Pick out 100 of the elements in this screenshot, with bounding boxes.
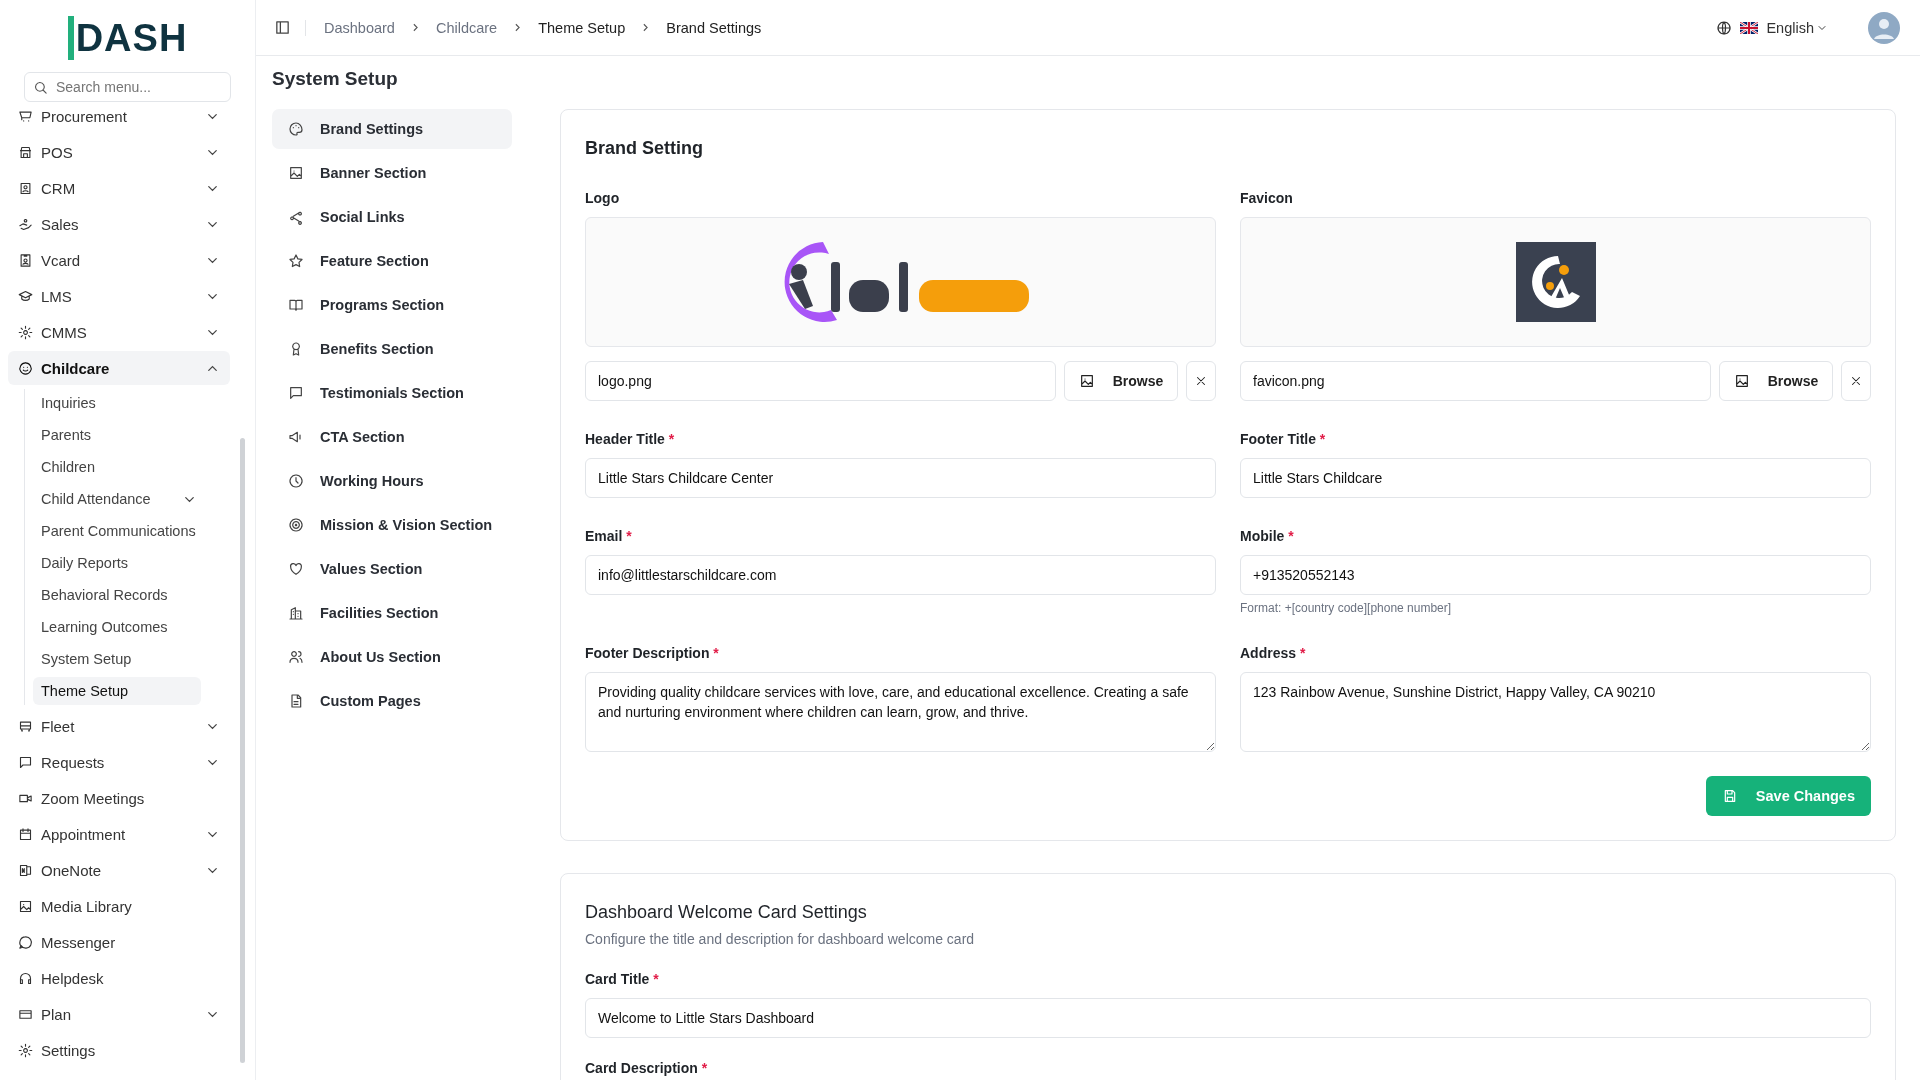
sidebar-item[interactable]: Sales (8, 207, 230, 241)
close-icon (1194, 374, 1208, 388)
sidebar-item[interactable]: Appointment (8, 817, 230, 851)
breadcrumb-link[interactable]: Brand Settings (666, 19, 762, 36)
submenu-item[interactable]: Parents (33, 421, 201, 449)
sidebar-item[interactable]: POS (8, 135, 230, 169)
users-icon (288, 649, 304, 665)
submenu-item[interactable]: Theme Setup (33, 677, 201, 705)
calendar-icon (18, 826, 33, 842)
dash-logo: DASH (67, 16, 188, 60)
card-subtitle: Configure the title and description for dashboard welcome card (585, 931, 976, 947)
settings-nav-item[interactable]: Facilities Section (272, 593, 512, 633)
id-badge-icon (18, 252, 33, 268)
sidebar-item[interactable]: CRM (8, 171, 230, 205)
sidebar-item[interactable]: Fleet (8, 709, 230, 743)
clear-button[interactable] (1841, 361, 1871, 401)
submenu-item[interactable]: System Setup (33, 645, 201, 673)
settings-nav-item[interactable]: Benefits Section (272, 329, 512, 369)
sidebar-item[interactable]: Settings (8, 1033, 230, 1067)
card-title: Dashboard Welcome Card Settings (585, 902, 868, 923)
breadcrumb-link[interactable]: Theme Setup (538, 19, 626, 36)
settings-nav-item[interactable]: CTA Section (272, 417, 512, 457)
settings-nav-item[interactable]: Brand Settings (272, 109, 512, 149)
chat-bubble-icon (18, 934, 33, 950)
palette-icon (288, 121, 304, 137)
book-icon (288, 297, 304, 313)
text-field[interactable]: +913520552143 (1240, 555, 1871, 595)
contact-card-icon (18, 180, 33, 196)
sidebar-item[interactable]: Helpdesk (8, 961, 230, 995)
text-field[interactable]: Welcome to Little Stars Dashboard (585, 998, 1871, 1038)
globe-icon (1716, 19, 1733, 36)
field-label: Logo (585, 190, 621, 206)
close-icon (1849, 374, 1863, 388)
text-field[interactable]: Little Stars Childcare (1240, 458, 1871, 498)
sidebar-item[interactable]: Plan (8, 997, 230, 1031)
sidebar-item[interactable]: Procurement (8, 108, 230, 133)
browse-button[interactable]: Browse (1719, 361, 1833, 401)
megaphone-icon (288, 429, 304, 445)
breadcrumb-link[interactable]: Childcare (435, 19, 498, 36)
field-label: Card Title * (585, 971, 660, 987)
settings-nav-item[interactable]: Testimonials Section (272, 373, 512, 413)
breadcrumb-link[interactable]: Dashboard (324, 19, 395, 36)
settings-nav-item[interactable]: Values Section (272, 549, 512, 589)
hand-icon (18, 216, 33, 232)
submenu-item[interactable]: Child Attendance (33, 485, 201, 513)
star-icon (288, 253, 304, 269)
sidebar-item[interactable]: Media Library (8, 889, 230, 923)
sidebar-item[interactable]: Zoom Meetings (8, 781, 230, 815)
language-selector[interactable]: English (1716, 19, 1828, 36)
field-label: Footer Description * (585, 645, 720, 661)
text-field[interactable]: info@littlestarschildcare.com (585, 555, 1216, 595)
sidebar-item[interactable]: OneNote (8, 853, 230, 887)
avatar[interactable] (1868, 11, 1900, 44)
settings-nav-item[interactable]: Feature Section (272, 241, 512, 281)
settings-nav-item[interactable]: Banner Section (272, 153, 512, 193)
flag-icon (1740, 21, 1759, 34)
file-name-field[interactable]: logo.png (585, 361, 1056, 401)
search-icon (33, 80, 48, 95)
chat-icon (288, 385, 304, 401)
submenu-item[interactable]: Inquiries (33, 389, 201, 417)
browse-button[interactable]: Browse (1064, 361, 1178, 401)
field-label: Footer Title * (1240, 431, 1327, 447)
sidebar-item[interactable]: Messenger (8, 925, 230, 959)
text-area[interactable]: Providing quality childcare services with love, care, and educational excellence. Creating a safe and nurturing environment where children can learn, grow, and thrive. (585, 672, 1216, 752)
search-field[interactable]: Search menu... (24, 72, 231, 102)
file-name-field[interactable]: favicon.png (1240, 361, 1711, 401)
smiley-icon (18, 360, 33, 376)
sidebar-item[interactable]: LMS (8, 279, 230, 313)
heart-icon (288, 561, 304, 577)
field-label: Header Title * (585, 431, 676, 447)
settings-nav-item[interactable]: About Us Section (272, 637, 512, 677)
store-icon (18, 144, 33, 160)
settings-nav-item[interactable]: Programs Section (272, 285, 512, 325)
sidebar-item[interactable]: Requests (8, 745, 230, 779)
format-hint: Format: +[country code][phone number] (1240, 601, 1453, 615)
text-field[interactable]: Little Stars Childcare Center (585, 458, 1216, 498)
settings-nav-item[interactable]: Working Hours (272, 461, 512, 501)
submenu-item[interactable]: Parent Communications (33, 517, 201, 545)
clear-button[interactable] (1186, 361, 1216, 401)
card-title: Brand Setting (585, 138, 704, 159)
submenu-item[interactable]: Daily Reports (33, 549, 201, 577)
sidebar-item[interactable]: CMMS (8, 315, 230, 349)
submenu-item[interactable]: Children (33, 453, 201, 481)
settings-nav-item[interactable]: Social Links (272, 197, 512, 237)
sidebar-item[interactable]: Childcare (8, 351, 230, 385)
settings-nav-item[interactable]: Mission & Vision Section (272, 505, 512, 545)
submenu-item[interactable]: Behavioral Records (33, 581, 201, 609)
text-area[interactable]: 123 Rainbow Avenue, Sunshine District, Happy Valley, CA 90210 (1240, 672, 1871, 752)
cart-icon (18, 108, 33, 124)
sidebar-item[interactable]: Vcard (8, 243, 230, 277)
image-icon (1078, 373, 1095, 389)
graduation-cap-icon (18, 288, 33, 304)
building-icon (288, 605, 304, 621)
target-icon (288, 517, 304, 533)
scrollbar[interactable] (240, 438, 245, 1063)
field-label: Address * (1240, 645, 1307, 661)
image-icon (1733, 373, 1750, 389)
document-icon (288, 693, 304, 709)
settings-nav-item[interactable]: Custom Pages (272, 681, 512, 721)
submenu-item[interactable]: Learning Outcomes (33, 613, 201, 641)
